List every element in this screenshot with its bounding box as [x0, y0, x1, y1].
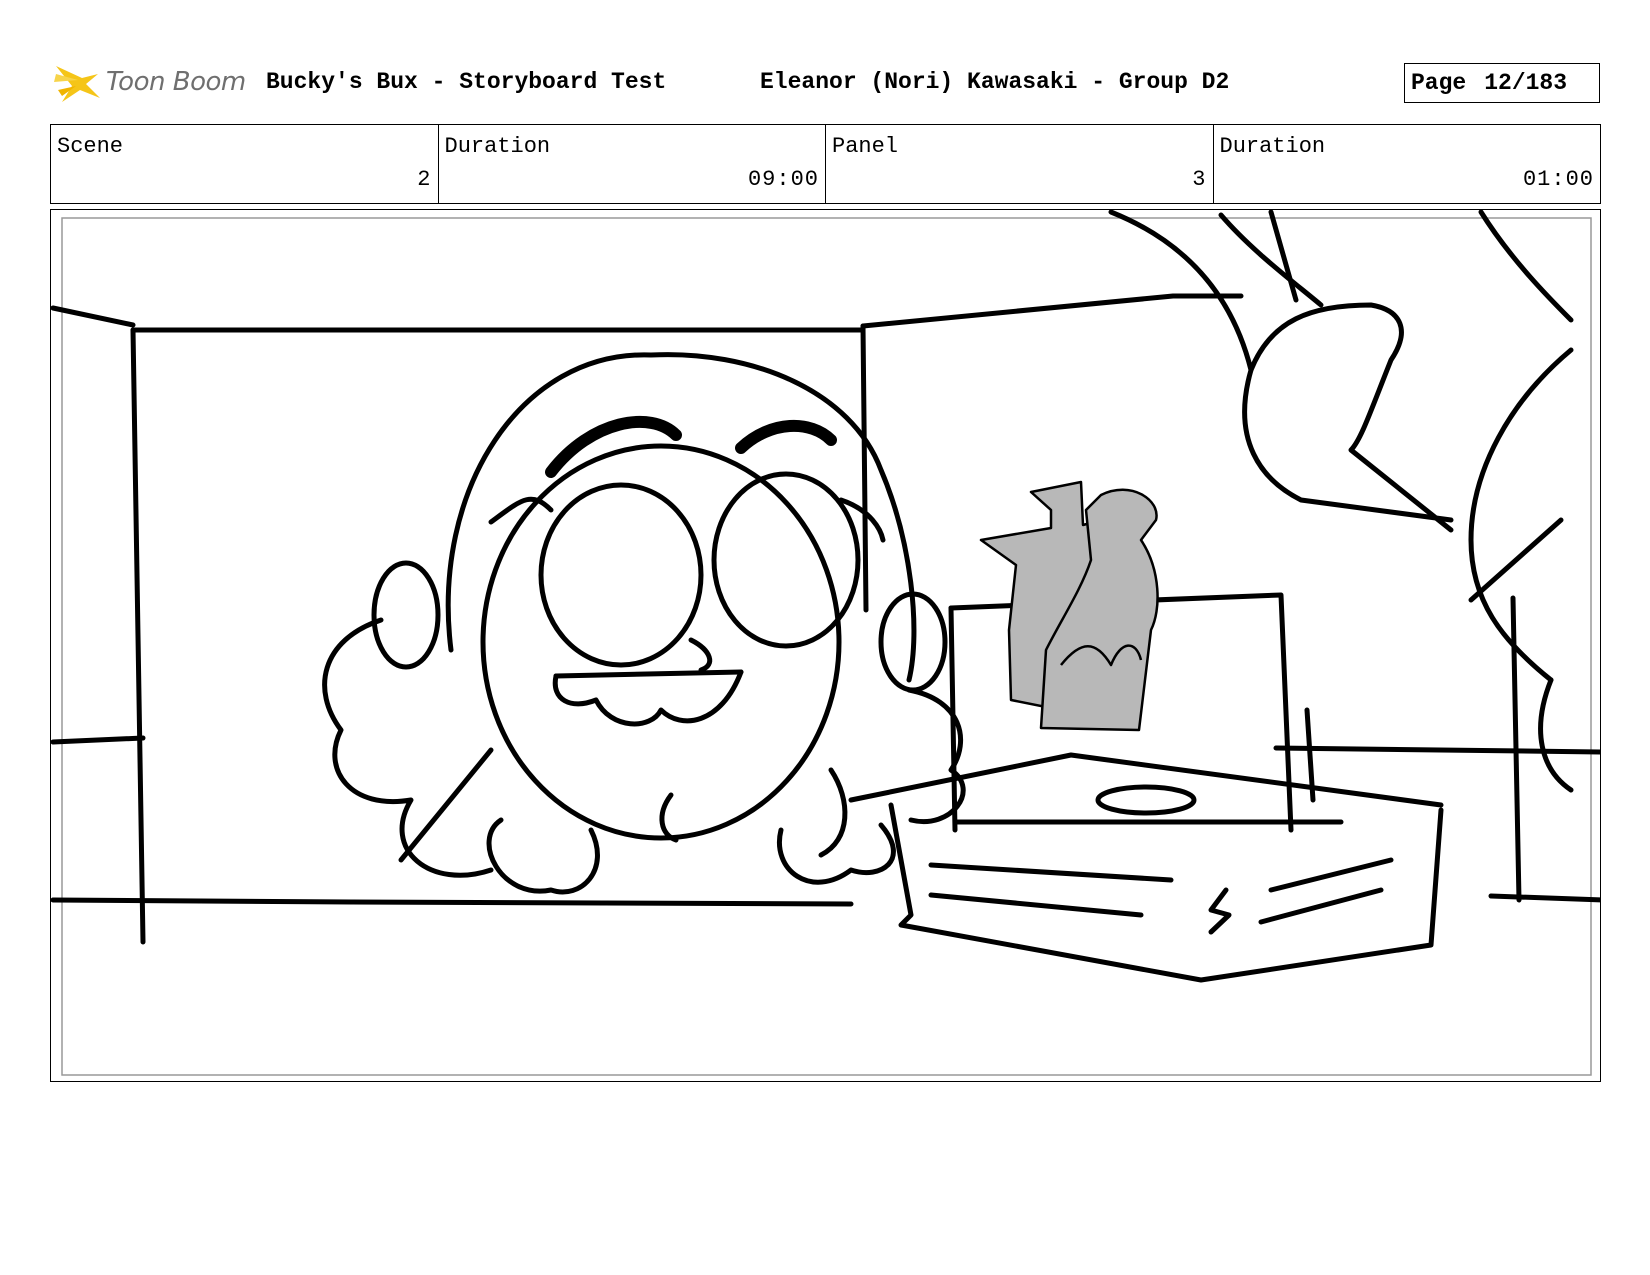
toon-boom-logo: Toon Boom [52, 56, 246, 108]
foreground-body [1468, 347, 1574, 683]
scene-value: 2 [417, 167, 432, 192]
book-seal [1095, 784, 1197, 816]
scene-duration-label: Duration [444, 134, 551, 159]
mouth-top [553, 669, 744, 679]
page-number: 12/183 [1484, 70, 1568, 96]
wall-top-right [860, 293, 1244, 329]
foreground-line-3 [1478, 210, 1574, 323]
left-ear [371, 560, 441, 670]
toon-boom-star-icon [54, 66, 100, 102]
left-eye [538, 482, 704, 668]
mouth-teeth [552, 669, 744, 727]
scene-info-table: Scene 2 Duration 09:00 Panel 3 Duration … [50, 124, 1601, 204]
nose [688, 637, 713, 673]
book-page-1 [928, 862, 1174, 883]
foreground-line-2 [1268, 210, 1299, 303]
front-counter-right [1488, 893, 1600, 903]
collar [659, 792, 679, 843]
author-name: Eleanor (Nori) Kawasaki - Group D2 [760, 69, 1230, 95]
left-shoulder [398, 747, 494, 863]
foreground-line-1 [1218, 212, 1324, 308]
panel-cell: Panel 3 [826, 125, 1214, 203]
foreground-shoulder [1248, 302, 1454, 533]
foreground-lower [1538, 677, 1574, 793]
panel-duration-value: 01:00 [1522, 167, 1594, 192]
back-counter-right [1273, 745, 1600, 755]
book-page-4 [1258, 887, 1384, 925]
panel-duration-cell: Duration 01:00 [1214, 125, 1601, 203]
book-page-3 [1268, 857, 1394, 893]
wall-corner [130, 327, 146, 945]
book-top [848, 752, 1444, 808]
panel-label: Panel [832, 134, 899, 159]
logo-text: Toon Boom [106, 67, 246, 97]
project-title: Bucky's Bux - Storyboard Test [266, 69, 667, 95]
hair-left-curls [322, 617, 494, 878]
foreground-arm [1108, 210, 1454, 523]
safe-area-frame [61, 217, 1592, 1076]
scene-cell: Scene 2 [51, 125, 439, 203]
wall-edge [51, 305, 136, 328]
scene-duration-value: 09:00 [747, 167, 819, 192]
panel-duration-label: Duration [1219, 134, 1326, 159]
right-brow [735, 419, 837, 454]
scene-label: Scene [57, 134, 124, 159]
book-stack [888, 802, 1444, 983]
right-hand [777, 822, 896, 885]
page-indicator: Page 12/183 [1404, 63, 1600, 103]
front-counter [51, 897, 854, 907]
book-zigzag [1208, 887, 1232, 935]
panel-value: 3 [1192, 167, 1207, 192]
scene-duration-cell: Duration 09:00 [439, 125, 826, 203]
page-label: Page [1411, 70, 1467, 96]
right-shoulder [818, 767, 848, 858]
foreground-crease [1468, 517, 1564, 603]
left-hand [486, 817, 600, 895]
book-page-2 [928, 892, 1144, 918]
wall-divider [860, 323, 869, 613]
panel-sketch [51, 210, 1600, 1076]
head-outline [480, 443, 842, 841]
counter-back-left [51, 735, 146, 745]
storyboard-panel [50, 209, 1601, 1082]
